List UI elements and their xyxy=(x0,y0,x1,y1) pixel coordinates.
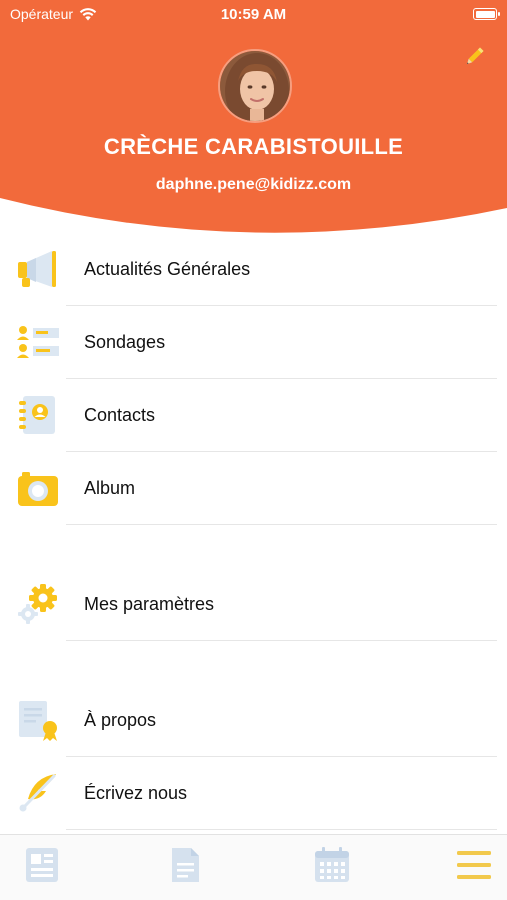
feather-pen-icon xyxy=(19,774,56,812)
tab-calendar[interactable] xyxy=(312,845,352,885)
profile-header: Opérateur 10:59 AM CRÈCHE CARABISTOUILLE… xyxy=(0,0,507,236)
tab-documents[interactable] xyxy=(165,845,205,885)
tab-menu[interactable] xyxy=(454,845,494,885)
certificate-icon xyxy=(19,701,57,741)
user-email: daphne.pene@kidizz.com xyxy=(155,176,352,193)
avatar[interactable] xyxy=(218,49,292,123)
camera-icon xyxy=(18,472,58,506)
megaphone-icon xyxy=(18,251,56,287)
gear-icon xyxy=(18,584,57,624)
divider xyxy=(66,524,497,525)
menu-item-parametres[interactable]: Mes paramètres xyxy=(0,568,507,641)
menu-item-actualites[interactable]: Actualités Générales xyxy=(0,233,507,306)
menu-item-label: Mes paramètres xyxy=(84,594,215,614)
calendar-icon xyxy=(315,847,349,882)
menu-item-label: Actualités Générales xyxy=(84,259,251,279)
menu-item-label: Écrivez nous xyxy=(84,783,188,803)
menu-item-a-propos[interactable]: À propos xyxy=(0,684,507,757)
battery-icon xyxy=(473,8,500,20)
poll-list-icon xyxy=(17,326,59,358)
tab-bar xyxy=(0,834,507,900)
organization-name: CRÈCHE CARABISTOUILLE xyxy=(103,134,404,159)
menu-item-album[interactable]: Album xyxy=(0,452,507,525)
document-icon xyxy=(172,848,199,882)
newsfeed-icon xyxy=(26,848,58,882)
menu-item-label: Contacts xyxy=(84,405,156,425)
menu-item-label: Sondages xyxy=(84,332,166,352)
menu-item-ecrivez-nous[interactable]: Écrivez nous xyxy=(0,757,507,830)
menu-item-label: Album xyxy=(84,478,136,498)
hamburger-menu-icon xyxy=(457,851,491,879)
divider xyxy=(66,829,497,830)
divider xyxy=(66,640,497,641)
status-bar: Opérateur 10:59 AM xyxy=(0,0,507,30)
pencil-icon xyxy=(466,47,484,65)
address-book-icon xyxy=(19,396,55,434)
menu-item-sondages[interactable]: Sondages xyxy=(0,306,507,379)
edit-profile-button[interactable] xyxy=(461,44,487,70)
menu-item-contacts[interactable]: Contacts xyxy=(0,379,507,452)
status-time: 10:59 AM xyxy=(220,6,287,23)
tab-newsfeed[interactable] xyxy=(22,845,62,885)
menu-item-label: À propos xyxy=(84,710,157,730)
